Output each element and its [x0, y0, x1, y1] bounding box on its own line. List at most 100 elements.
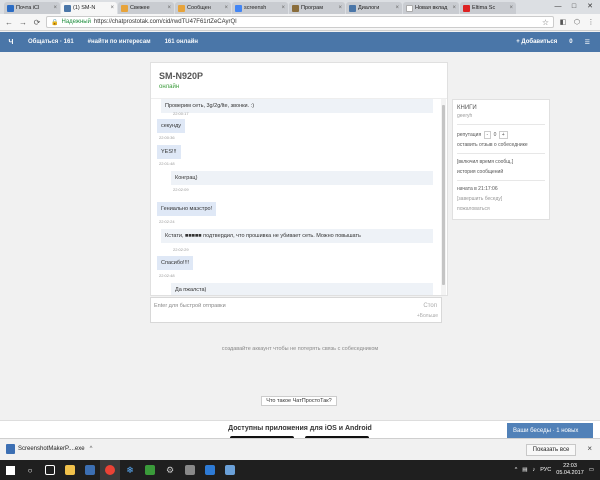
- browser-tab[interactable]: screensh ×: [232, 2, 288, 14]
- message-timestamp: 22:01:48: [159, 161, 175, 166]
- close-icon[interactable]: ×: [587, 444, 592, 453]
- window-close-icon[interactable]: ✕: [582, 0, 598, 12]
- extension-icon-2[interactable]: ⬡: [572, 18, 582, 26]
- network-icon[interactable]: ▤: [522, 467, 527, 473]
- menu-icon[interactable]: ☰: [585, 39, 590, 46]
- history-link[interactable]: история сообщений: [457, 169, 503, 175]
- url-text: https://chatprostotak.com/cid/rwdTU47F61…: [93, 19, 237, 25]
- browser-tab[interactable]: Новая вклад ×: [403, 2, 459, 14]
- tab-title: Почта iCl: [16, 5, 40, 11]
- taskbar: ○ ❄ ⚙ ^ ▤ ♪ РУС 22:03 05.04.2017 ▭: [0, 460, 600, 480]
- browser-tab[interactable]: (1) SM-N ×: [61, 2, 117, 14]
- tab-close-icon[interactable]: ×: [53, 5, 57, 11]
- clock[interactable]: 22:03 05.04.2017: [556, 463, 584, 477]
- reload-icon[interactable]: ⟳: [32, 18, 42, 27]
- browser-tab[interactable]: Eltima Sc ×: [460, 2, 516, 14]
- app-icon-monitor[interactable]: [180, 460, 200, 480]
- browser-tab[interactable]: Почта iCl ×: [4, 2, 60, 14]
- tab-favicon: [121, 4, 128, 12]
- stop-button[interactable]: Стоп: [423, 303, 437, 309]
- windows-start-icon[interactable]: [0, 460, 20, 480]
- tab-close-icon[interactable]: ×: [224, 5, 228, 11]
- nav-find-interests[interactable]: #найти по интересам: [88, 39, 151, 45]
- app-icon-blue[interactable]: [200, 460, 220, 480]
- chrome-icon[interactable]: [100, 460, 120, 480]
- rep-plus-button[interactable]: +: [498, 131, 508, 139]
- message-placeholder: Enter для быстрой отправки: [154, 303, 226, 309]
- what-is-button[interactable]: Что такое ЧатПростоТак?: [261, 396, 337, 406]
- message-bubble: Кстати, ■■■■■ подтвердил, что прошивка н…: [161, 229, 433, 243]
- message-input[interactable]: Enter для быстрой отправки Стоп +Больше: [150, 297, 442, 323]
- conversations-button[interactable]: Ваши беседы · 1 новых: [507, 423, 593, 439]
- create-account-hint[interactable]: создавайте аккаунт чтобы не потерять свя…: [0, 346, 600, 352]
- browser-tab[interactable]: Сообщен ×: [175, 2, 231, 14]
- url-field[interactable]: 🔒 Надежный https://chatprostotak.com/cid…: [46, 16, 554, 28]
- message-bubble: Да пжалста): [171, 283, 433, 295]
- started-at: начата в 21:17:06: [457, 186, 498, 192]
- maximize-icon[interactable]: □: [566, 0, 582, 12]
- tray-chevron-icon[interactable]: ^: [515, 467, 518, 473]
- store-icon[interactable]: [80, 460, 100, 480]
- message-timestamp: 22:00:36: [159, 135, 175, 140]
- tab-close-icon[interactable]: ×: [110, 5, 114, 11]
- menu-icon[interactable]: ⋮: [586, 18, 596, 26]
- tab-close-icon[interactable]: ×: [452, 5, 456, 11]
- message-timestamp: 22:02:29: [173, 247, 189, 252]
- bookmark-star-icon[interactable]: ☆: [542, 18, 549, 27]
- sidebar-title: КНИГИ: [457, 105, 477, 111]
- tab-close-icon[interactable]: ×: [338, 5, 342, 11]
- notification-icon[interactable]: ▭: [589, 467, 594, 473]
- extension-icon[interactable]: ◧: [558, 18, 568, 26]
- minimize-icon[interactable]: —: [550, 0, 566, 12]
- browser-tab[interactable]: Свежее ×: [118, 2, 174, 14]
- tab-title: (1) SM-N: [73, 5, 96, 11]
- leave-feedback-link[interactable]: оставить отзыв о собеседнике: [457, 142, 528, 148]
- reputation-row: репутация - 0 +: [457, 131, 509, 139]
- app-icon-snowflake[interactable]: ❄: [120, 460, 140, 480]
- explorer-icon[interactable]: [60, 460, 80, 480]
- chat-panel: SM-N920P онлайн Проверим сеть, 3g/2g/lte…: [150, 62, 448, 296]
- app-icon-green[interactable]: [140, 460, 160, 480]
- tab-close-icon[interactable]: ×: [281, 5, 285, 11]
- tab-favicon: [7, 4, 14, 12]
- volume-icon[interactable]: ♪: [533, 467, 536, 473]
- show-all-button[interactable]: Показать все: [526, 444, 576, 456]
- chevron-up-icon[interactable]: ^: [90, 446, 93, 452]
- add-button[interactable]: + Добавиться: [516, 39, 557, 46]
- tab-title: Диалоги: [358, 5, 380, 11]
- tab-favicon: [292, 4, 299, 12]
- back-icon[interactable]: ←: [4, 18, 14, 27]
- language-indicator[interactable]: РУС: [540, 467, 551, 473]
- nav-chat[interactable]: Общаться · 161: [28, 39, 74, 45]
- tab-close-icon[interactable]: ×: [395, 5, 399, 11]
- tab-favicon: [463, 4, 470, 12]
- notification-count[interactable]: 0: [569, 39, 572, 46]
- file-icon: [6, 444, 15, 454]
- app-icon-gear[interactable]: ⚙: [160, 460, 180, 480]
- message-bubble: YES!!!: [157, 145, 181, 159]
- rep-minus-button[interactable]: -: [483, 131, 492, 139]
- message-scrollbar[interactable]: [441, 99, 446, 295]
- tab-title: Сообщен: [187, 5, 211, 11]
- search-icon[interactable]: ○: [20, 460, 40, 480]
- report-link[interactable]: пожаловаться: [457, 206, 490, 212]
- system-tray: ^ ▤ ♪ РУС 22:03 05.04.2017 ▭: [515, 463, 600, 477]
- time-toggle[interactable]: [включил время сообщ.]: [457, 159, 513, 165]
- end-chat-link[interactable]: [завершить беседу]: [457, 196, 502, 202]
- browser-tab[interactable]: Програм ×: [289, 2, 345, 14]
- tab-favicon: [235, 4, 242, 12]
- app-icon-screen[interactable]: [220, 460, 240, 480]
- download-bar: ScreenshotMakerP....exe ^ Показать все ×: [0, 438, 600, 460]
- message-timestamp: 22:00:17: [173, 111, 189, 116]
- task-view-icon[interactable]: [40, 460, 60, 480]
- download-item[interactable]: ScreenshotMakerP....exe ^: [6, 444, 92, 454]
- message-bubble: секунду: [157, 119, 186, 133]
- message-list[interactable]: Проверим сеть, 3g/2g/lte, звонки. :) 22:0…: [151, 99, 441, 295]
- more-button[interactable]: +Больше: [417, 313, 438, 319]
- partner-sidebar: КНИГИ geeryh репутация - 0 + оставить от…: [452, 99, 550, 220]
- tab-close-icon[interactable]: ×: [167, 5, 171, 11]
- site-logo[interactable]: Ч: [0, 39, 22, 46]
- tab-close-icon[interactable]: ×: [509, 5, 513, 11]
- forward-icon[interactable]: →: [18, 18, 28, 27]
- browser-tab[interactable]: Диалоги ×: [346, 2, 402, 14]
